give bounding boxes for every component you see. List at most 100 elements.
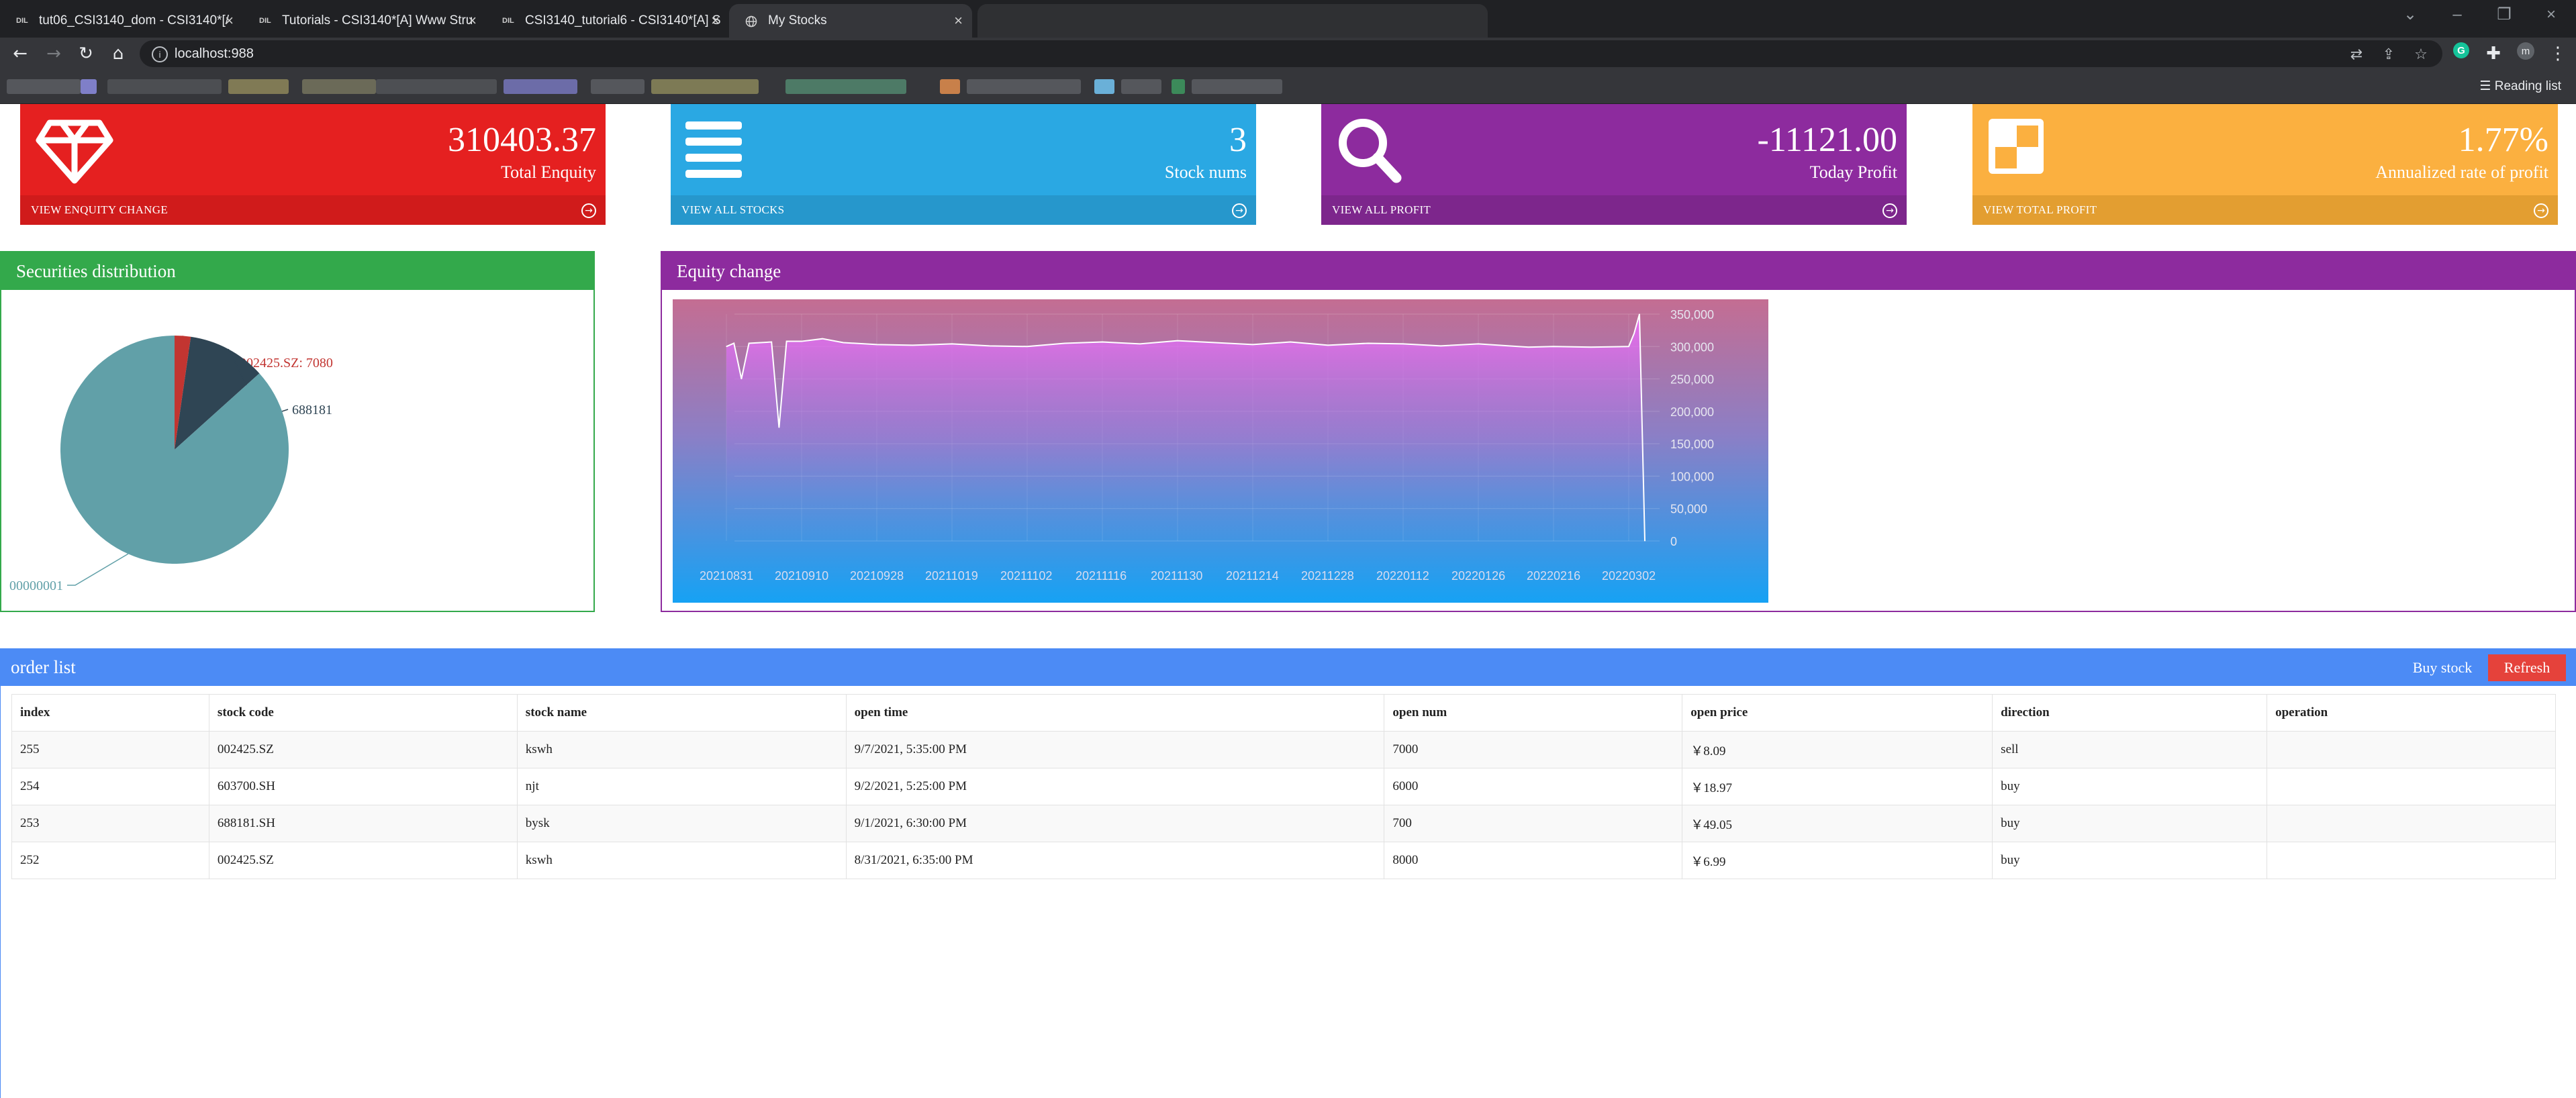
- card-value: 3: [1229, 121, 1247, 159]
- bookmark-item[interactable]: [1094, 79, 1114, 94]
- table-cell[interactable]: [2267, 805, 2556, 842]
- equity-point: [1633, 333, 1635, 334]
- equity-change-panel: Equity change 350,000 300,000 250,000 200,0…: [661, 251, 2576, 612]
- bookmark-item[interactable]: [228, 79, 289, 94]
- reading-list-button[interactable]: ☰ Reading list: [2479, 70, 2561, 103]
- browser-tab-active[interactable]: My Stocks ×: [729, 4, 972, 38]
- pie-label: 00000001: [9, 579, 63, 593]
- buy-stock-button[interactable]: Buy stock: [2397, 654, 2488, 681]
- browser-tab[interactable]: DIL Tutorials - CSI3140*[A] Www Stru ×: [243, 4, 486, 38]
- table-cell[interactable]: [2267, 768, 2556, 805]
- bookmark-item[interactable]: [107, 79, 222, 94]
- close-window-icon[interactable]: ×: [2531, 0, 2571, 30]
- table-row[interactable]: 255 002425.SZ kswh 9/7/2021, 5:35:00 PM 7000…: [11, 731, 2556, 768]
- browser-tab[interactable]: DIL tut06_CSI3140_dom - CSI3140*[/ ×: [0, 4, 243, 38]
- restore-icon[interactable]: ❐: [2484, 0, 2524, 30]
- card-label: Total Enquity: [501, 162, 596, 182]
- forward-icon[interactable]: →: [40, 42, 67, 66]
- site-info-icon[interactable]: i: [152, 46, 168, 62]
- tab-title: tut06_CSI3140_dom - CSI3140*[/: [39, 13, 230, 28]
- table-cell: 6000: [1384, 768, 1683, 805]
- bookmark-item[interactable]: [1192, 79, 1282, 94]
- bookmark-item[interactable]: [504, 79, 577, 94]
- equity-point: [822, 338, 823, 340]
- bookmark-item[interactable]: [1121, 79, 1161, 94]
- table-cell: 255: [11, 731, 209, 768]
- x-tick-label: 20210928: [850, 569, 904, 583]
- y-tick-label: 150,000: [1670, 438, 1714, 451]
- close-icon[interactable]: ×: [468, 4, 477, 38]
- equity-point: [1553, 346, 1554, 347]
- x-tick-label: 20211214: [1226, 569, 1279, 583]
- pie-square-icon: [1987, 117, 2066, 185]
- table-cell[interactable]: [2267, 731, 2556, 768]
- x-tick-label: 20211130: [1151, 569, 1202, 583]
- tab-favicon: DIL: [259, 16, 271, 25]
- browser-tab[interactable]: DIL CSI3140_tutorial6 - CSI3140*[A] S ×: [486, 4, 729, 38]
- table-cell: kswh: [516, 842, 847, 879]
- table-cell: 8000: [1384, 842, 1683, 879]
- view-all-stocks-link[interactable]: VIEW ALL STOCKS →: [671, 195, 1256, 225]
- bookmark-item[interactable]: [1172, 79, 1185, 94]
- extensions-icon[interactable]: ✚: [2480, 42, 2507, 66]
- table-body: 255 002425.SZ kswh 9/7/2021, 5:35:00 PM 7000…: [11, 731, 2556, 879]
- table-cell: 9/1/2021, 6:30:00 PM: [845, 805, 1385, 842]
- table-cell: buy: [1992, 768, 2268, 805]
- blurred-tab[interactable]: [977, 4, 1488, 38]
- tab-search-icon[interactable]: ⌄: [2390, 0, 2430, 30]
- close-icon[interactable]: ×: [225, 4, 234, 38]
- view-total-profit-link[interactable]: VIEW TOTAL PROFIT →: [1972, 195, 2558, 225]
- back-icon[interactable]: ←: [7, 42, 34, 66]
- home-icon[interactable]: ⌂: [105, 42, 132, 66]
- star-icon[interactable]: ☆: [2413, 47, 2429, 63]
- close-icon[interactable]: ×: [954, 4, 963, 38]
- x-tick-label: 20210910: [775, 569, 828, 583]
- globe-icon: [745, 15, 763, 28]
- share-icon[interactable]: ⇪: [2381, 47, 2397, 63]
- grammarly-icon[interactable]: G: [2448, 42, 2475, 66]
- column-header: stock name: [516, 694, 847, 732]
- table-row[interactable]: 253 688181.SH bysk 9/1/2021, 6:30:00 PM 700 ￥…: [11, 805, 2556, 842]
- arrow-right-circle-icon: →: [581, 203, 596, 218]
- bookmark-item[interactable]: [651, 79, 759, 94]
- url-field[interactable]: i localhost:988 ⇄ ⇪ ☆: [140, 40, 2442, 67]
- menu-icon[interactable]: ⋮: [2544, 42, 2571, 66]
- bookmark-item[interactable]: [967, 79, 1081, 94]
- equity-point: [843, 342, 844, 344]
- equity-line-chart: 350,000 300,000 250,000 200,000 150,000 100,0…: [673, 299, 1768, 603]
- minimize-icon[interactable]: –: [2437, 0, 2477, 30]
- view-all-profit-link[interactable]: VIEW ALL PROFIT →: [1321, 195, 1907, 225]
- y-tick-label: 350,000: [1670, 308, 1714, 321]
- bookmark-item[interactable]: [376, 79, 497, 94]
- y-tick-label: 100,000: [1670, 470, 1714, 483]
- card-footer-label: VIEW ALL STOCKS: [681, 203, 785, 216]
- table-cell: 252: [11, 842, 209, 879]
- view-equity-change-link[interactable]: VIEW ENQUITY CHANGE →: [20, 195, 606, 225]
- table-header-row: index stock code stock name open time open n…: [11, 694, 2556, 732]
- equity-point: [876, 344, 877, 345]
- order-list-body: index stock code stock name open time open n…: [0, 686, 2575, 1098]
- table-row[interactable]: 252 002425.SZ kswh 8/31/2021, 6:35:00 PM 800…: [11, 842, 2556, 879]
- refresh-button[interactable]: Refresh: [2488, 654, 2566, 681]
- equity-point: [1590, 346, 1592, 348]
- close-icon[interactable]: ×: [711, 4, 720, 38]
- bookmark-item[interactable]: [302, 79, 376, 94]
- bookmark-item[interactable]: [785, 79, 906, 94]
- bookmark-item[interactable]: [81, 79, 97, 94]
- reading-list-icon: ☰: [2479, 79, 2491, 93]
- bookmark-item[interactable]: [7, 79, 81, 94]
- bookmark-item[interactable]: [591, 79, 645, 94]
- table-cell[interactable]: [2267, 842, 2556, 879]
- table-cell: ￥18.97: [1682, 768, 1993, 805]
- table-cell: 002425.SZ: [208, 842, 518, 879]
- table-cell: 8/31/2021, 6:35:00 PM: [845, 842, 1385, 879]
- equity-point: [1214, 342, 1216, 344]
- x-tick-label: 20210831: [700, 569, 753, 583]
- reload-icon[interactable]: ↻: [73, 42, 99, 66]
- bookmark-item[interactable]: [940, 79, 960, 94]
- table-row[interactable]: 254 603700.SH njt 9/2/2021, 5:25:00 PM 6000 ￥…: [11, 768, 2556, 805]
- avatar[interactable]: m: [2512, 42, 2539, 66]
- x-tick-label: 20211019: [925, 569, 978, 583]
- translate-icon[interactable]: ⇄: [2348, 47, 2365, 63]
- column-header: operation: [2267, 694, 2556, 732]
